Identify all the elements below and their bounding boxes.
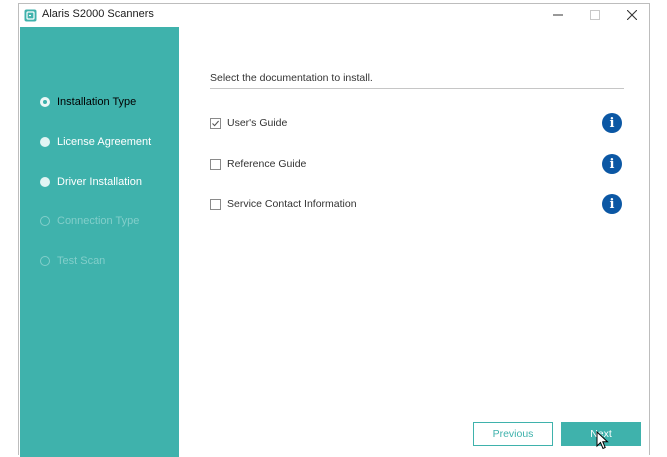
- step-test-scan: Test Scan: [40, 253, 105, 269]
- option-reference-guide[interactable]: Reference Guide: [210, 157, 306, 171]
- step-done-indicator: [40, 137, 50, 147]
- close-button[interactable]: [613, 4, 651, 26]
- minimize-button[interactable]: [539, 4, 577, 26]
- step-pending-indicator: [40, 216, 50, 226]
- step-label: License Agreement: [57, 136, 152, 148]
- divider: [210, 88, 624, 89]
- maximize-icon: [590, 10, 600, 20]
- users-guide-checkbox[interactable]: [210, 117, 221, 129]
- step-label: Driver Installation: [57, 176, 142, 188]
- step-label: Test Scan: [57, 255, 106, 267]
- option-service-contact-information[interactable]: Service Contact Information: [210, 197, 357, 211]
- info-icon[interactable]: i: [602, 113, 622, 133]
- steps-sidebar: Installation Type License Agreement Driv…: [20, 27, 179, 457]
- maximize-button[interactable]: [576, 4, 614, 26]
- minimize-icon: [553, 14, 563, 16]
- info-icon[interactable]: i: [602, 194, 622, 214]
- option-label: Service Contact Information: [227, 198, 357, 210]
- step-installation-type: Installation Type: [40, 94, 136, 110]
- title-bar: Alaris S2000 Scanners: [19, 4, 649, 27]
- step-label: Installation Type: [57, 96, 137, 108]
- checkmark-icon: [212, 120, 220, 126]
- service-contact-checkbox[interactable]: [210, 198, 221, 210]
- step-driver-installation: Driver Installation: [40, 174, 142, 190]
- info-icon[interactable]: i: [602, 154, 622, 174]
- mouse-pointer-icon: [596, 431, 609, 450]
- step-current-indicator: [40, 97, 50, 107]
- instruction-text: Select the documentation to install.: [210, 72, 373, 84]
- step-pending-indicator: [40, 256, 50, 266]
- step-connection-type: Connection Type: [40, 213, 139, 229]
- step-done-indicator: [40, 177, 50, 187]
- app-icon: [24, 9, 37, 22]
- window-title: Alaris S2000 Scanners: [42, 8, 154, 20]
- main-content: Select the documentation to install. Use…: [179, 27, 649, 457]
- step-label: Connection Type: [57, 215, 140, 227]
- option-label: Reference Guide: [227, 158, 307, 170]
- option-users-guide[interactable]: User's Guide: [210, 116, 287, 130]
- close-icon: [627, 10, 637, 20]
- reference-guide-checkbox[interactable]: [210, 158, 221, 170]
- option-label: User's Guide: [227, 117, 288, 129]
- step-license-agreement: License Agreement: [40, 134, 151, 150]
- installer-window: Alaris S2000 Scanners Installation Type …: [18, 3, 650, 457]
- previous-button[interactable]: Previous: [473, 422, 553, 446]
